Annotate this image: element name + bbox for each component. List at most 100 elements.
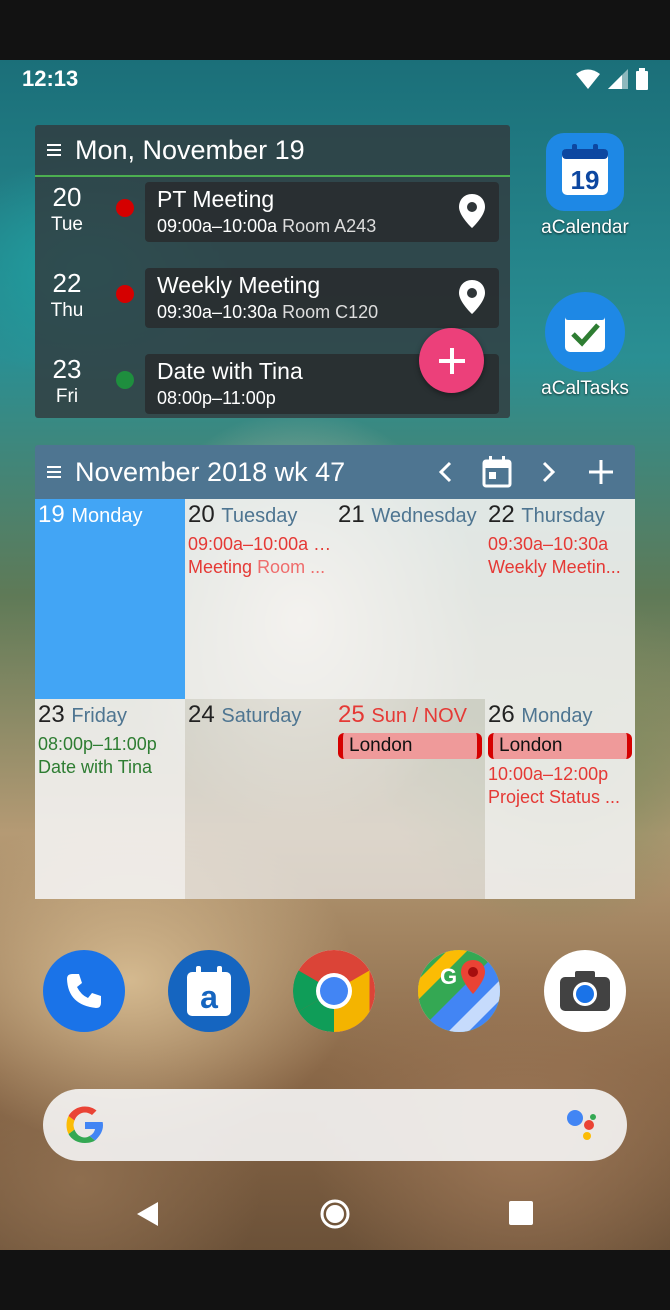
- event-room: Room A243: [282, 216, 377, 236]
- cell-event-line: Date with Tina: [38, 757, 153, 777]
- week-nav: [419, 445, 627, 499]
- home-icon[interactable]: [319, 1198, 351, 1230]
- status-time: 12:13: [22, 66, 79, 91]
- plus-icon: [589, 460, 613, 484]
- prev-week-button[interactable]: [419, 445, 471, 499]
- day-cell[interactable]: 24 Saturday: [185, 699, 335, 899]
- maps-icon: G: [418, 950, 500, 1032]
- cell-day-number: 26: [488, 701, 515, 728]
- cell-event[interactable]: 09:00a–10:00a PT Meeting Room ...: [188, 533, 332, 579]
- cell-weekday: Saturday: [221, 705, 302, 727]
- agenda-row[interactable]: 20 Tue PT Meeting 09:00a–10:00a Room A24…: [35, 182, 510, 244]
- cell-event-line: Project Status ...: [488, 787, 621, 807]
- cell-date: 25 Sun / NOV: [338, 701, 482, 729]
- cell-date: 21 Wednesday: [338, 501, 482, 529]
- event-title: PT Meeting: [157, 186, 275, 212]
- day-cell[interactable]: 20 Tuesday 09:00a–10:00a PT Meeting Room…: [185, 499, 335, 699]
- dock-camera[interactable]: [544, 950, 626, 1032]
- cell-event-line: 08:00p–11:00p: [38, 734, 157, 754]
- event-card[interactable]: Weekly Meeting 09:30a–10:30a Room C120: [145, 268, 499, 328]
- cell-weekday: Friday: [71, 705, 127, 727]
- svg-text:G: G: [440, 964, 457, 989]
- day-number: 23: [52, 354, 82, 384]
- navigation-bar: [0, 1180, 670, 1250]
- chevron-left-icon: [438, 461, 452, 483]
- status-icons: [576, 68, 648, 90]
- cell-date: 26 Monday: [488, 701, 632, 729]
- next-week-button[interactable]: [523, 445, 575, 499]
- location-pin-icon[interactable]: [459, 194, 485, 228]
- allday-event[interactable]: London: [488, 733, 632, 759]
- cell-event-title: Meeting: [188, 557, 253, 577]
- event-card[interactable]: PT Meeting 09:00a–10:00a Room A243: [145, 182, 499, 242]
- week-widget: November 2018 wk 47 19 Monday 20 Tuesday…: [35, 445, 635, 899]
- week-grid: 19 Monday 20 Tuesday 09:00a–10:00a PT Me…: [35, 499, 635, 899]
- cell-weekday: Sun / NOV: [371, 705, 467, 727]
- agenda-header[interactable]: Mon, November 19: [35, 125, 510, 177]
- cell-weekday: Monday: [71, 505, 143, 527]
- day-cell[interactable]: 19 Monday: [35, 499, 185, 699]
- acaltasks-icon: [545, 292, 625, 372]
- cell-date: 19 Monday: [38, 501, 182, 529]
- phone-icon: [67, 974, 101, 1008]
- cell-date: 20 Tuesday: [188, 501, 332, 529]
- agenda-row[interactable]: 22 Thu Weekly Meeting 09:30a–10:30a Room…: [35, 268, 510, 330]
- day-cell[interactable]: 25 Sun / NOV London: [335, 699, 485, 899]
- app-label: aCalendar: [541, 217, 629, 238]
- recents-icon[interactable]: [508, 1200, 534, 1226]
- cell-event-line: Weekly Meetin...: [488, 557, 621, 577]
- cell-day-number: 22: [488, 501, 515, 528]
- day-name: Thu: [50, 300, 84, 321]
- acalendar-icon: a: [187, 966, 231, 1016]
- app-acaltasks[interactable]: aCalTasks: [530, 292, 640, 400]
- event-title: Weekly Meeting: [157, 272, 321, 298]
- add-button[interactable]: [575, 445, 627, 499]
- allday-event[interactable]: London: [338, 733, 482, 759]
- cell-day-number: 21: [338, 501, 365, 528]
- calendar-color-dot: [116, 285, 134, 303]
- menu-icon[interactable]: [47, 466, 61, 478]
- calendar-color-dot: [116, 199, 134, 217]
- cell-weekday: Wednesday: [371, 505, 477, 527]
- event-time: 08:00p–11:00p: [157, 388, 276, 408]
- app-acalendar[interactable]: 19 aCalendar: [530, 133, 640, 239]
- day-cell[interactable]: 26 Monday London 10:00a–12:00p Project S…: [485, 699, 635, 899]
- cell-date: 22 Thursday: [488, 501, 632, 529]
- cell-event-line: 09:30a–10:30a: [488, 534, 609, 554]
- battery-icon: [636, 68, 648, 90]
- cell-event[interactable]: 09:30a–10:30a Weekly Meetin...: [488, 533, 632, 579]
- svg-text:a: a: [200, 979, 218, 1015]
- cell-day-number: 23: [38, 701, 65, 728]
- day-name: Tue: [50, 214, 84, 235]
- dock-chrome[interactable]: [293, 950, 375, 1032]
- cell-day-number: 24: [188, 701, 215, 728]
- day-cell[interactable]: 23 Friday 08:00p–11:00p Date with Tina: [35, 699, 185, 899]
- location-pin-icon[interactable]: [459, 280, 485, 314]
- dock-acalendar[interactable]: a: [168, 950, 250, 1032]
- event-time: 09:00a–10:00a Room A243: [157, 216, 487, 237]
- cell-event[interactable]: 10:00a–12:00p Project Status ...: [488, 763, 632, 809]
- cell-weekday: Thursday: [521, 505, 605, 527]
- calendar-icon: [482, 456, 512, 488]
- top-black-bar: [0, 0, 670, 60]
- assistant-icon[interactable]: [565, 1107, 601, 1143]
- wifi-icon: [576, 69, 600, 89]
- dock-maps[interactable]: G: [418, 950, 500, 1032]
- dock-phone[interactable]: [43, 950, 125, 1032]
- calendar-color-dot: [116, 371, 134, 389]
- google-search-bar[interactable]: [43, 1089, 627, 1161]
- cell-event[interactable]: 08:00p–11:00p Date with Tina: [38, 733, 182, 779]
- menu-icon[interactable]: [47, 144, 61, 156]
- cell-date: 23 Friday: [38, 701, 182, 729]
- cell-day-number: 20: [188, 501, 215, 528]
- add-event-button[interactable]: [419, 328, 484, 393]
- acalendar-icon: 19: [546, 133, 624, 211]
- back-icon[interactable]: [134, 1200, 162, 1228]
- event-room: Room C120: [282, 302, 379, 322]
- bottom-black-bar: [0, 1250, 670, 1310]
- day-cell[interactable]: 22 Thursday 09:30a–10:30a Weekly Meetin.…: [485, 499, 635, 699]
- today-button[interactable]: [471, 445, 523, 499]
- day-cell[interactable]: 21 Wednesday: [335, 499, 485, 699]
- cell-date: 24 Saturday: [188, 701, 332, 729]
- signal-icon: [608, 69, 628, 89]
